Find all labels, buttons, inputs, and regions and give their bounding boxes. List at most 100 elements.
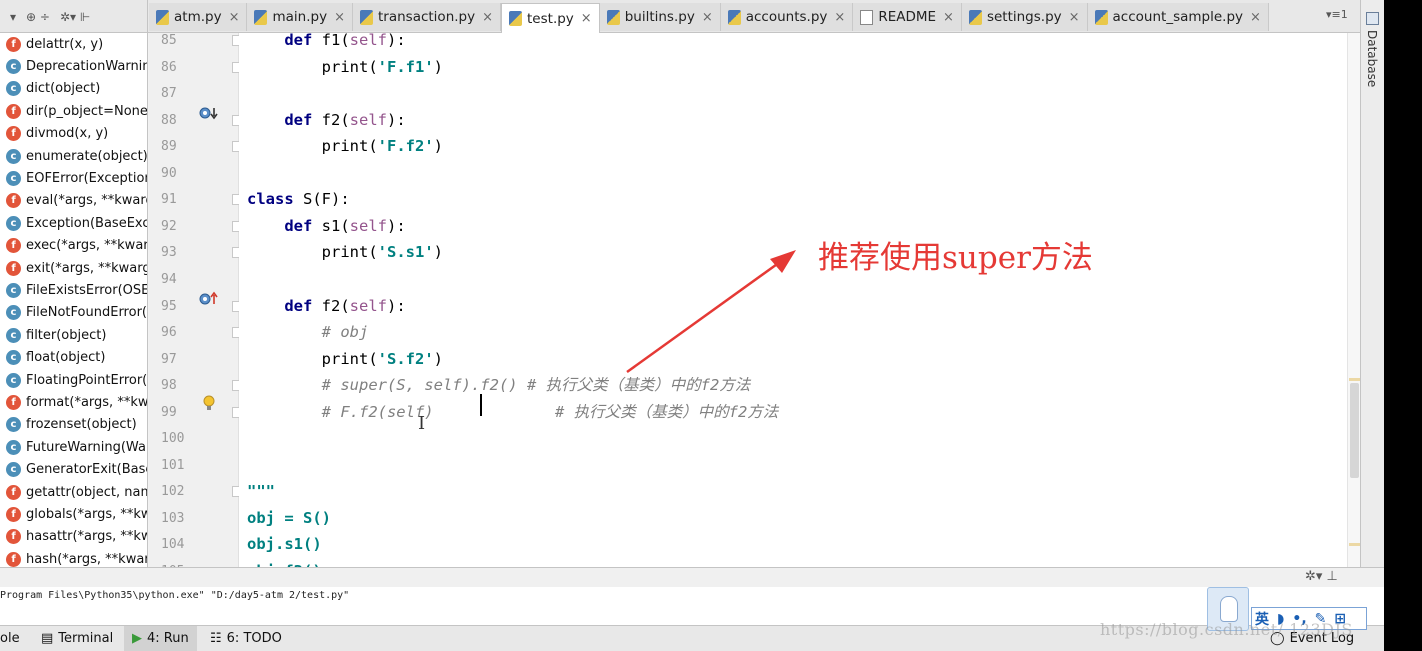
close-icon[interactable]: ×: [1069, 10, 1080, 25]
structure-item[interactable]: f exit(*args, **kwargs): [0, 257, 147, 279]
structure-item[interactable]: f globals(*args, **kwargs): [0, 503, 147, 525]
code-token: S(F):: [303, 190, 350, 209]
text-file-icon: [860, 9, 874, 25]
scrollbar-thumb[interactable]: [1350, 383, 1359, 478]
tool-tab-console[interactable]: ole: [0, 626, 20, 651]
tab-settings-py[interactable]: settings.py ×: [961, 3, 1088, 31]
structure-tool-button[interactable]: ▾: [10, 10, 16, 24]
structure-item[interactable]: c FloatingPointError(: [0, 369, 147, 391]
tab-overflow-menu[interactable]: ▾≡1: [1326, 8, 1348, 21]
structure-item-label: float(object): [26, 350, 106, 366]
overridden-up-icon[interactable]: [199, 291, 221, 311]
structure-item-label: format(*args, **kwargs): [26, 394, 148, 410]
tab-builtins-py[interactable]: builtins.py ×: [599, 3, 721, 31]
tab-account-sample-py[interactable]: account_sample.py ×: [1087, 3, 1269, 31]
tab-transaction-py[interactable]: transaction.py ×: [352, 3, 502, 31]
code-token: def: [284, 216, 322, 235]
structure-item[interactable]: f hasattr(*args, **kwargs): [0, 526, 147, 548]
tab-atm-py[interactable]: atm.py ×: [149, 3, 248, 31]
line-number: 100: [161, 431, 185, 447]
structure-item[interactable]: f eval(*args, **kwargs): [0, 190, 147, 212]
structure-item[interactable]: c FileNotFoundError(: [0, 302, 147, 324]
structure-item[interactable]: f exec(*args, **kwargs): [0, 235, 147, 257]
structure-tool-button[interactable]: ⊕ ÷: [26, 10, 50, 24]
line-number: 103: [161, 510, 185, 526]
structure-item[interactable]: c EOFError(Exception): [0, 167, 147, 189]
class-icon: c: [6, 462, 21, 478]
tab-test-py[interactable]: test.py ×: [501, 3, 600, 33]
tab-accounts-py[interactable]: accounts.py ×: [720, 3, 854, 31]
structure-tool-button[interactable]: ✲▾ ⊩: [60, 10, 90, 24]
structure-item[interactable]: c FutureWarning(Warning): [0, 436, 147, 458]
code-token: (: [340, 33, 350, 49]
code-editor[interactable]: def f1(self): print('F.f1') def f2(self)…: [239, 33, 1347, 567]
python-file-icon: [1094, 9, 1108, 25]
structure-item[interactable]: c float(object): [0, 346, 147, 368]
editor-scrollbar[interactable]: [1347, 33, 1360, 567]
close-icon[interactable]: ×: [702, 10, 713, 25]
code-line: # obj: [247, 319, 369, 345]
line-number: 85: [161, 33, 177, 48]
code-line: class S(F):: [247, 186, 350, 212]
close-icon[interactable]: ×: [229, 10, 240, 25]
class-icon: c: [6, 282, 21, 298]
close-icon[interactable]: ×: [834, 10, 845, 25]
database-tool-label[interactable]: Database: [1365, 30, 1379, 87]
class-icon: c: [6, 305, 21, 321]
function-icon: f: [6, 394, 21, 410]
structure-item[interactable]: f hash(*args, **kwargs): [0, 548, 147, 567]
structure-item[interactable]: c DeprecationWarning: [0, 55, 147, 77]
tool-tab-terminal[interactable]: ▤ Terminal: [41, 626, 113, 651]
structure-item[interactable]: c FileExistsError(OSError): [0, 279, 147, 301]
structure-item-label: FloatingPointError(: [26, 372, 148, 388]
line-number: 87: [161, 86, 177, 102]
structure-item[interactable]: f delattr(x, y): [0, 33, 147, 55]
python-file-icon: [509, 11, 523, 26]
code-line: print('F.f1'): [247, 54, 443, 80]
overrides-down-icon[interactable]: [199, 105, 221, 125]
class-icon: c: [6, 81, 21, 97]
structure-item[interactable]: f divmod(x, y): [0, 123, 147, 145]
line-number: 90: [161, 165, 177, 181]
tab-label: settings.py: [986, 9, 1062, 25]
structure-item-label: FileExistsError(OSError): [26, 282, 147, 298]
code-token: def: [284, 33, 322, 49]
structure-item[interactable]: f format(*args, **kwargs): [0, 391, 147, 413]
close-icon[interactable]: ×: [943, 10, 954, 25]
code-token: print(: [247, 349, 378, 368]
code-token: 'S.s1': [377, 243, 434, 262]
structure-item[interactable]: f dir(p_object=None): [0, 100, 147, 122]
tab-readme[interactable]: README ×: [853, 3, 962, 31]
structure-item[interactable]: c GeneratorExit(BaseException): [0, 458, 147, 480]
tool-tab-todo[interactable]: ☷ 6: TODO: [210, 626, 282, 651]
ide-window: ▾ ⊕ ÷ ✲▾ ⊩ atm.py × main.py × transaction.py × t…: [0, 0, 1384, 651]
structure-item-label: dict(object): [26, 81, 101, 97]
close-icon[interactable]: ×: [482, 10, 493, 25]
tab-label: main.py: [272, 9, 328, 25]
close-icon[interactable]: ×: [1250, 10, 1261, 25]
line-number: 98: [161, 378, 177, 394]
structure-item-label: exec(*args, **kwargs): [26, 238, 148, 254]
intention-bulb-icon[interactable]: [199, 394, 219, 416]
database-icon[interactable]: [1366, 12, 1379, 25]
structure-item[interactable]: c Exception(BaseException): [0, 212, 147, 234]
structure-item-label: FileNotFoundError(: [26, 305, 147, 321]
code-token: 'S.f2': [377, 349, 434, 368]
tab-label: accounts.py: [745, 9, 828, 25]
code-token: class: [247, 190, 303, 209]
code-token: 'F.f1': [377, 57, 434, 76]
structure-item[interactable]: c dict(object): [0, 78, 147, 100]
structure-item[interactable]: c enumerate(object): [0, 145, 147, 167]
code-token: 'F.f2': [377, 137, 434, 156]
structure-item[interactable]: c filter(object): [0, 324, 147, 346]
run-panel-settings[interactable]: ✲▾ ⊥: [1305, 569, 1338, 584]
line-number: 94: [161, 271, 177, 287]
tab-main-py[interactable]: main.py ×: [247, 3, 353, 31]
structure-item[interactable]: c frozenset(object): [0, 414, 147, 436]
function-icon: f: [6, 193, 21, 209]
close-icon[interactable]: ×: [581, 11, 592, 26]
tool-tab-run[interactable]: ▶ 4: Run: [124, 626, 197, 651]
structure-item[interactable]: f getattr(object, name): [0, 481, 147, 503]
close-icon[interactable]: ×: [334, 10, 345, 25]
